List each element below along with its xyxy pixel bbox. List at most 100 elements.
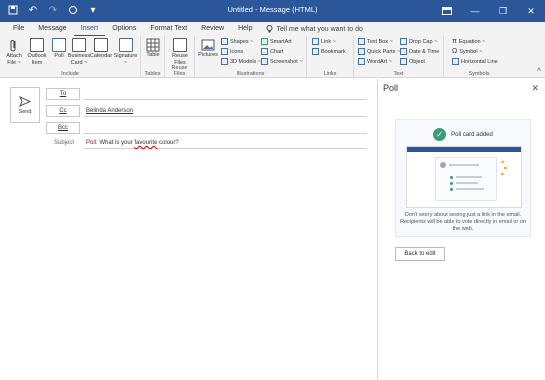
pictures-button[interactable]: Pictures xyxy=(197,38,219,59)
tab-options[interactable]: Options xyxy=(105,22,143,36)
wordart-icon xyxy=(358,58,365,65)
picture-icon xyxy=(201,39,215,51)
close-icon[interactable]: ✕ xyxy=(517,0,545,22)
wordart-button[interactable]: WordArt ~ xyxy=(358,58,392,65)
group-label: Reuse Files xyxy=(171,65,188,77)
horizontal-line-button[interactable]: Horizontal Line xyxy=(452,58,498,65)
table-button[interactable]: Table xyxy=(144,38,162,59)
outlook-item-button[interactable]: Outlook Item xyxy=(26,38,48,66)
compose-pane: Send To Cc Belinda Anderson Bcc Subject … xyxy=(0,79,378,380)
reuse-files-icon xyxy=(173,38,187,52)
outlook-message-window: ↶ ↷ ▾ Untitled - Message (HTML) — ❐ ✕ Fi… xyxy=(0,0,545,380)
calendar-icon xyxy=(94,38,108,52)
calendar-clock-icon xyxy=(400,48,407,55)
shapes-icon xyxy=(221,38,228,45)
tab-review[interactable]: Review xyxy=(194,22,231,36)
close-icon[interactable]: ✕ xyxy=(531,83,539,94)
smartart-button[interactable]: SmartArt xyxy=(261,38,292,45)
business-card-icon xyxy=(72,38,86,52)
back-to-edit-button[interactable]: Back to edit xyxy=(395,247,445,261)
signature-button[interactable]: Signature ~ xyxy=(113,38,138,66)
tell-me-box[interactable]: Tell me what you want to do xyxy=(260,25,363,33)
cc-recipient[interactable]: Belinda Anderson xyxy=(86,108,133,114)
tab-help[interactable]: Help xyxy=(231,22,259,36)
ribbon-display-icon[interactable] xyxy=(433,0,461,22)
group-label: Illustrations xyxy=(236,71,265,77)
subject-misspelled-word: favourite xyxy=(134,140,158,146)
bookmark-icon xyxy=(312,48,319,55)
quick-parts-button[interactable]: Quick Parts ~ xyxy=(358,48,400,55)
title-bar: ↶ ↷ ▾ Untitled - Message (HTML) — ❐ ✕ xyxy=(0,0,545,22)
tab-format-text[interactable]: Format Text xyxy=(143,22,194,36)
bcc-button[interactable]: Bcc xyxy=(46,122,80,134)
restore-icon[interactable]: ❐ xyxy=(489,0,517,22)
ribbon-insert: Attach File ~ Outlook Item Poll Business… xyxy=(0,36,545,78)
poll-button[interactable]: Poll xyxy=(50,38,68,60)
poll-icon xyxy=(52,38,66,52)
group-include: Attach File ~ Outlook Item Poll Business… xyxy=(0,36,141,78)
send-label: Send xyxy=(18,108,32,115)
icons-button[interactable]: Icons xyxy=(221,48,243,55)
minimize-icon[interactable]: — xyxy=(461,0,489,22)
subject-text-end: colour? xyxy=(157,140,179,146)
text-box-button[interactable]: Text Box ~ xyxy=(358,38,393,45)
group-label: Include xyxy=(61,71,79,77)
group-symbols: π Equation ~ Ω Symbol ~ Horizontal Line Sy… xyxy=(444,36,514,78)
chart-button[interactable]: Chart xyxy=(261,48,283,55)
group-links: Link ~ Bookmark Links xyxy=(307,36,354,78)
business-card-button[interactable]: Business Card ~ xyxy=(68,38,90,66)
collapse-ribbon-icon[interactable]: ˄ xyxy=(537,67,541,74)
subject-field[interactable]: Poll: What is your favourite colour? xyxy=(84,137,367,149)
send-button[interactable]: Send xyxy=(10,87,40,123)
to-button[interactable]: To xyxy=(46,88,80,100)
tab-file[interactable]: File xyxy=(6,22,31,36)
group-label: Symbols xyxy=(468,71,490,77)
omega-icon: Ω xyxy=(452,48,458,55)
tell-me-text: Tell me what you want to do xyxy=(276,25,363,33)
symbol-button[interactable]: Ω Symbol ~ xyxy=(452,48,482,55)
chart-icon xyxy=(261,48,268,55)
date-time-button[interactable]: Date & Time xyxy=(400,48,439,55)
equation-button[interactable]: π Equation ~ xyxy=(452,38,485,45)
screenshot-button[interactable]: Screenshot ~ xyxy=(261,58,303,65)
send-icon xyxy=(19,95,31,107)
tab-insert[interactable]: Insert xyxy=(73,22,106,36)
ribbon-tabs: File Message Insert Options Format Text … xyxy=(0,22,545,36)
text-box-icon xyxy=(358,38,365,45)
object-button[interactable]: Object xyxy=(400,58,425,65)
link-icon xyxy=(312,38,319,45)
cube-icon xyxy=(221,58,228,65)
cc-field[interactable]: Belinda Anderson xyxy=(84,105,367,117)
drop-cap-button[interactable]: Drop Cap ~ xyxy=(400,38,437,45)
group-illustrations: Pictures Shapes ~ Icons 3D Models ~ Smar… xyxy=(195,36,307,78)
shapes-button[interactable]: Shapes ~ xyxy=(221,38,253,45)
group-reuse-files: Reuse Files Reuse Files xyxy=(165,36,195,78)
subject-text: What is your xyxy=(97,140,135,146)
object-icon xyxy=(400,58,407,65)
subject-label: Subject xyxy=(54,140,75,146)
poll-added-row: ✓ Poll card added xyxy=(396,128,530,141)
signature-icon xyxy=(118,38,133,52)
cc-button[interactable]: Cc xyxy=(46,105,80,117)
table-icon xyxy=(146,38,160,52)
link-button[interactable]: Link ~ xyxy=(312,38,336,45)
poll-pane-title: Poll xyxy=(383,83,399,93)
drop-cap-icon xyxy=(400,38,407,45)
to-field[interactable] xyxy=(84,88,367,100)
bcc-field[interactable] xyxy=(84,122,367,134)
group-label: Text xyxy=(393,71,404,77)
poll-email-illustration xyxy=(406,146,522,208)
subject-prefix: Poll: xyxy=(86,140,98,146)
tab-message[interactable]: Message xyxy=(31,22,73,36)
reuse-files-button[interactable]: Reuse Files xyxy=(170,38,190,66)
checkmark-icon: ✓ xyxy=(433,128,447,141)
pi-icon: π xyxy=(452,38,457,45)
calendar-button[interactable]: Calendar xyxy=(90,38,112,60)
3d-models-button[interactable]: 3D Models ~ xyxy=(221,58,261,65)
group-label: Links xyxy=(323,71,337,77)
envelope-icon xyxy=(30,38,44,52)
attach-file-button[interactable]: Attach File ~ xyxy=(4,38,24,66)
bookmark-button[interactable]: Bookmark xyxy=(312,48,346,55)
horizontal-line-icon xyxy=(452,58,459,65)
lightbulb-icon xyxy=(266,25,273,33)
